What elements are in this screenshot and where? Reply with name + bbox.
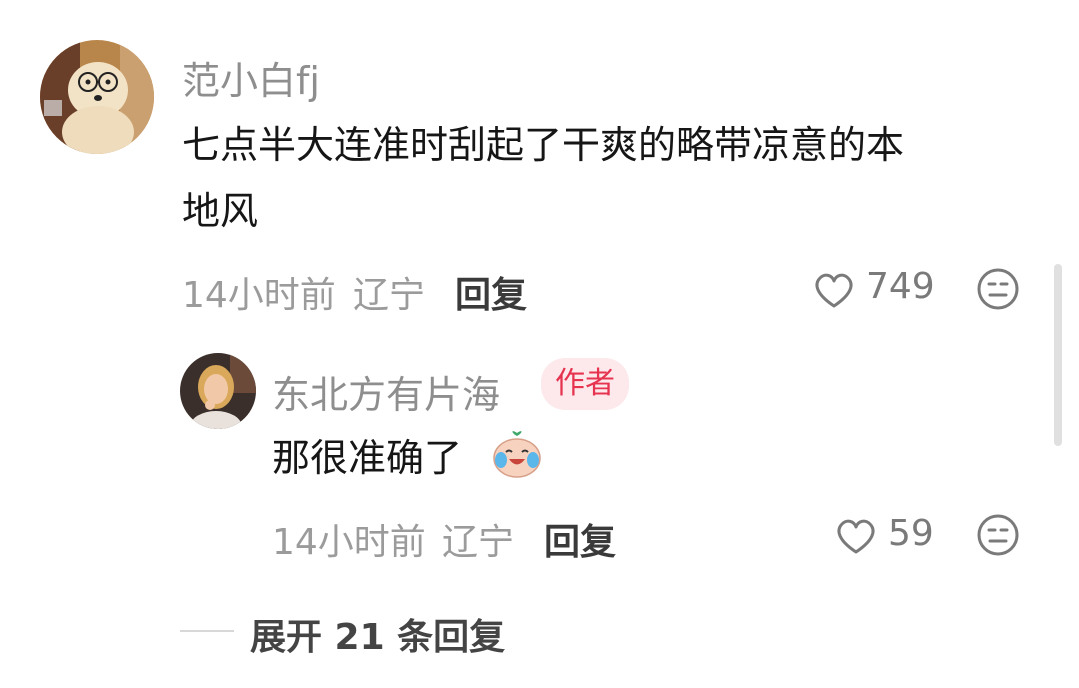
reply-time: 14小时前 (272, 522, 426, 563)
meh-face-icon (977, 268, 1019, 310)
reply-like-count: 59 (888, 513, 934, 554)
crying-laughing-sticker-icon (490, 430, 544, 480)
comment-text-line1: 七点半大连准时刮起了干爽的略带凉意的本 (182, 123, 905, 167)
comment-text-line2: 地风 (182, 189, 259, 233)
comment-reply-button[interactable]: 回复 (455, 266, 527, 318)
reply-dislike-button[interactable] (975, 512, 1021, 558)
comment-time: 14小时前 (182, 275, 336, 316)
heart-icon (837, 519, 875, 554)
heart-icon (815, 273, 853, 308)
expand-replies-button[interactable]: 展开 21 条回复 (250, 608, 505, 660)
comment-username[interactable]: 范小白fj (182, 50, 320, 105)
reply-author-avatar[interactable] (180, 353, 256, 429)
author-badge: 作者 (541, 358, 629, 410)
reply-text: 那很准确了 (272, 436, 463, 480)
comment-like-count: 749 (866, 266, 935, 307)
commenter-avatar[interactable] (40, 40, 154, 154)
woman-portrait-avatar-icon (180, 353, 256, 429)
like-button[interactable] (810, 266, 858, 314)
comment-location: 辽宁 (353, 275, 426, 316)
expand-divider (180, 630, 234, 632)
reply-like-button[interactable] (832, 512, 880, 560)
reply-location: 辽宁 (442, 522, 515, 563)
dislike-button[interactable] (975, 266, 1021, 312)
reply-reply-button[interactable]: 回复 (544, 513, 616, 565)
meh-face-icon (977, 514, 1019, 556)
scrollbar[interactable] (1054, 264, 1062, 446)
reply-username[interactable]: 东北方有片海 (272, 364, 500, 419)
dog-with-glasses-avatar-icon (40, 40, 154, 154)
